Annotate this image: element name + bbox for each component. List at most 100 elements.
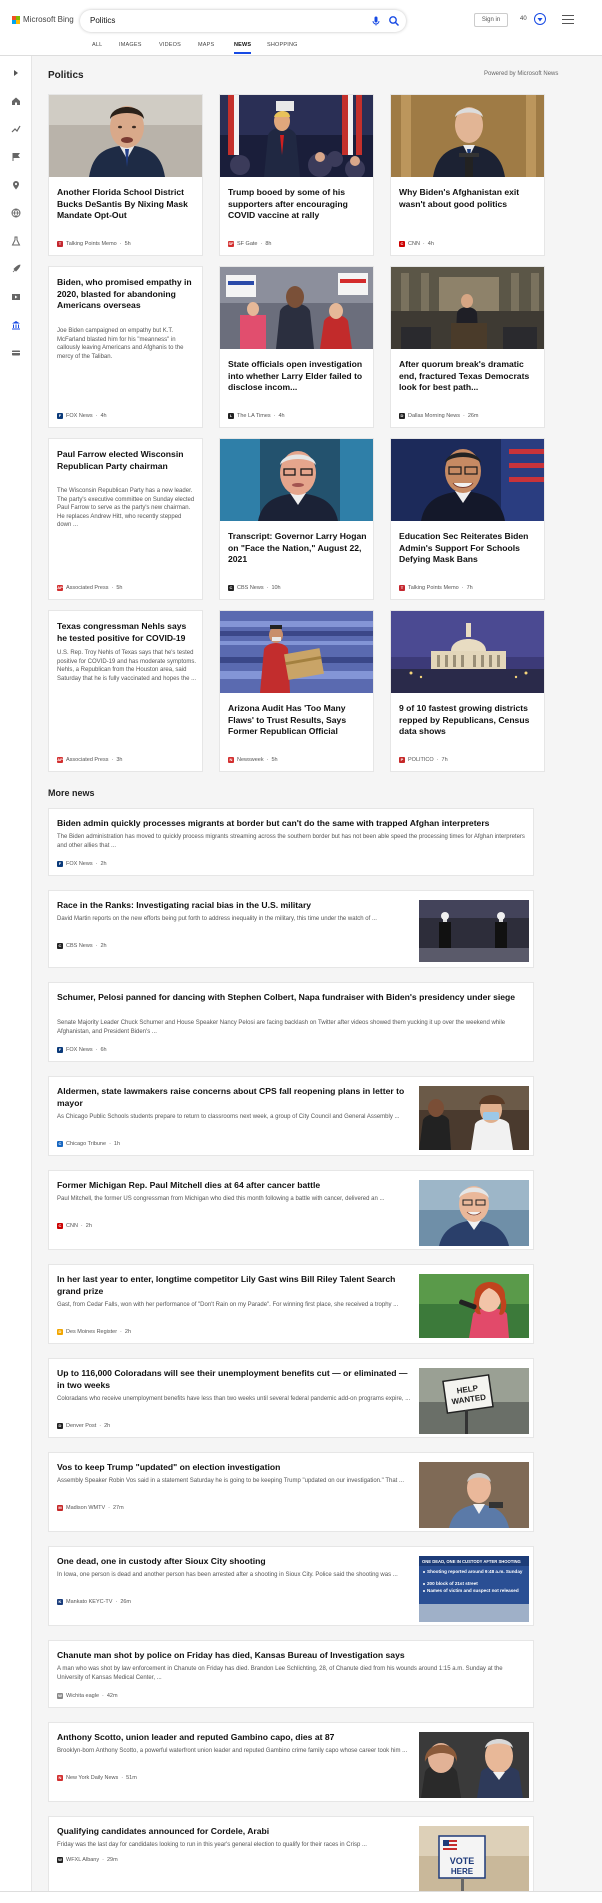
card-source[interactable]: L The LA Times · 4h [228, 413, 285, 419]
news-card[interactable]: Why Biden's Afghanistan exit wasn't abou… [390, 94, 545, 256]
item-source[interactable]: C CNN · 2h [57, 1223, 92, 1229]
menu-icon[interactable] [562, 15, 574, 25]
news-card[interactable]: Another Florida School District Bucks De… [48, 94, 203, 256]
tab-all[interactable]: ALL [92, 42, 102, 48]
item-title[interactable]: In her last year to enter, longtime comp… [57, 1274, 412, 1297]
card-source[interactable]: C CNN · 4h [399, 241, 434, 247]
sign-in-button[interactable]: Sign in [474, 13, 508, 27]
news-card[interactable]: Trump booed by some of his supporters af… [219, 94, 374, 256]
card-source[interactable]: N Newsweek · 5h [228, 757, 278, 763]
card-title[interactable]: Texas congressman Nehls says he tested p… [57, 621, 197, 644]
item-title[interactable]: Vos to keep Trump "updated" on election … [57, 1462, 412, 1474]
item-source[interactable]: F FOX News · 2h [57, 861, 107, 867]
card-title[interactable]: After quorum break's dramatic end, fract… [399, 359, 539, 394]
item-title[interactable]: Chanute man shot by police on Friday has… [57, 1650, 527, 1662]
item-source[interactable]: F FOX News · 6h [57, 1047, 107, 1053]
item-source[interactable]: C CBS News · 2h [57, 943, 107, 949]
card-title[interactable]: Arizona Audit Has 'Too Many Flaws' to Tr… [228, 703, 368, 738]
news-list-item[interactable]: Biden admin quickly processes migrants a… [48, 808, 534, 876]
news-list-item[interactable]: Chanute man shot by police on Friday has… [48, 1640, 534, 1708]
tab-maps[interactable]: MAPS [198, 42, 214, 48]
bing-logo[interactable]: Microsoft Bing [12, 15, 74, 24]
card-source[interactable]: P POLITICO · 7h [399, 757, 448, 763]
card-title[interactable]: Another Florida School District Bucks De… [57, 187, 197, 222]
news-list-item[interactable]: One dead, one in custody after Sioux Cit… [48, 1546, 534, 1626]
news-list-item[interactable]: Schumer, Pelosi panned for dancing with … [48, 982, 534, 1062]
money-icon[interactable] [11, 348, 21, 358]
item-title[interactable]: Former Michigan Rep. Paul Mitchell dies … [57, 1180, 412, 1192]
news-card[interactable]: Paul Farrow elected Wisconsin Republican… [48, 438, 203, 600]
news-card[interactable]: 9 of 10 fastest growing districts repped… [390, 610, 545, 772]
tab-images[interactable]: IMAGES [119, 42, 142, 48]
item-title[interactable]: Qualifying candidates announced for Cord… [57, 1826, 412, 1838]
item-source[interactable]: D Des Moines Register · 2h [57, 1329, 131, 1335]
card-title[interactable]: State officials open investigation into … [228, 359, 368, 394]
news-card[interactable]: Transcript: Governor Larry Hogan on "Fac… [219, 438, 374, 600]
news-list-item[interactable]: Aldermen, state lawmakers raise concerns… [48, 1076, 534, 1156]
location-icon[interactable] [11, 180, 21, 190]
item-title[interactable]: One dead, one in custody after Sioux Cit… [57, 1556, 412, 1568]
item-title[interactable]: Race in the Ranks: Investigating racial … [57, 900, 412, 912]
item-source[interactable]: K Mankato KEYC-TV · 26m [57, 1599, 131, 1605]
item-title[interactable]: Schumer, Pelosi panned for dancing with … [57, 992, 527, 1004]
card-title[interactable]: Why Biden's Afghanistan exit wasn't abou… [399, 187, 539, 210]
card-source[interactable]: T Talking Points Memo · 5h [57, 241, 131, 247]
card-source[interactable]: F FOX News · 4h [57, 413, 107, 419]
news-list-item[interactable]: Qualifying candidates announced for Cord… [48, 1816, 534, 1896]
item-title[interactable]: Anthony Scotto, union leader and reputed… [57, 1732, 412, 1744]
card-title[interactable]: Trump booed by some of his supporters af… [228, 187, 368, 222]
news-list-item[interactable]: Race in the Ranks: Investigating racial … [48, 890, 534, 968]
politics-icon[interactable] [11, 320, 21, 330]
globe-icon[interactable] [11, 208, 21, 218]
news-card[interactable]: Biden, who promised empathy in 2020, bla… [48, 266, 203, 428]
news-list-item[interactable]: In her last year to enter, longtime comp… [48, 1264, 534, 1344]
card-source[interactable]: T Talking Points Memo · 7h [399, 585, 473, 591]
search-icon[interactable] [388, 15, 400, 27]
item-source[interactable]: W WFXL Albany · 29m [57, 1857, 118, 1863]
news-card[interactable]: Texas congressman Nehls says he tested p… [48, 610, 203, 772]
item-title[interactable]: Biden admin quickly processes migrants a… [57, 818, 527, 830]
item-thumbnail: VOTE HERE [419, 1826, 529, 1892]
expand-icon[interactable] [11, 68, 21, 78]
rocket-icon[interactable] [11, 264, 21, 274]
tab-shopping[interactable]: SHOPPING [267, 42, 298, 48]
news-card[interactable]: State officials open investigation into … [219, 266, 374, 428]
news-card[interactable]: After quorum break's dramatic end, fract… [390, 266, 545, 428]
item-title[interactable]: Aldermen, state lawmakers raise concerns… [57, 1086, 412, 1109]
microphone-icon[interactable] [370, 15, 382, 27]
item-source[interactable]: M Madison WMTV · 27m [57, 1505, 124, 1511]
flag-icon[interactable] [11, 152, 21, 162]
item-source[interactable]: N New York Daily News · 51m [57, 1775, 137, 1781]
tab-videos[interactable]: VIDEOS [159, 42, 181, 48]
home-icon[interactable] [11, 96, 21, 106]
card-title[interactable]: Biden, who promised empathy in 2020, bla… [57, 277, 197, 312]
item-source[interactable]: W Wichita eagle · 42m [57, 1693, 118, 1699]
card-source[interactable]: AP Associated Press · 5h [57, 585, 122, 591]
card-title[interactable]: Transcript: Governor Larry Hogan on "Fac… [228, 531, 368, 566]
news-list-item[interactable]: Vos to keep Trump "updated" on election … [48, 1452, 534, 1532]
item-title[interactable]: Up to 116,000 Coloradans will see their … [57, 1368, 412, 1391]
search-input[interactable]: Politics [90, 16, 115, 25]
card-title[interactable]: Paul Farrow elected Wisconsin Republican… [57, 449, 197, 472]
news-list-item[interactable]: Up to 116,000 Coloradans will see their … [48, 1358, 534, 1438]
card-source[interactable]: SF SF Gate · 8h [228, 241, 271, 247]
card-title[interactable]: 9 of 10 fastest growing districts repped… [399, 703, 539, 738]
item-source[interactable]: D Denver Post · 2h [57, 1423, 110, 1429]
news-list-item[interactable]: Anthony Scotto, union leader and reputed… [48, 1722, 534, 1802]
tab-news[interactable]: NEWS [234, 42, 252, 54]
card-title[interactable]: Education Sec Reiterates Biden Admin's S… [399, 531, 539, 566]
trending-icon[interactable] [11, 124, 21, 134]
news-card[interactable]: Arizona Audit Has 'Too Many Flaws' to Tr… [219, 610, 374, 772]
movie-icon[interactable] [11, 292, 21, 302]
item-source[interactable]: C Chicago Tribune · 1h [57, 1141, 120, 1147]
source-time: 4h [278, 413, 285, 419]
news-list-item[interactable]: Former Michigan Rep. Paul Mitchell dies … [48, 1170, 534, 1250]
news-card[interactable]: Education Sec Reiterates Biden Admin's S… [390, 438, 545, 600]
science-icon[interactable] [11, 236, 21, 246]
card-source[interactable]: D Dallas Morning News · 26m [399, 413, 479, 419]
search-box[interactable]: Politics [80, 10, 406, 32]
powered-by[interactable]: Powered by Microsoft News [484, 71, 558, 77]
card-source[interactable]: C CBS News · 10h [228, 585, 281, 591]
rewards-icon[interactable] [533, 12, 547, 26]
card-source[interactable]: AP Associated Press · 3h [57, 757, 122, 763]
